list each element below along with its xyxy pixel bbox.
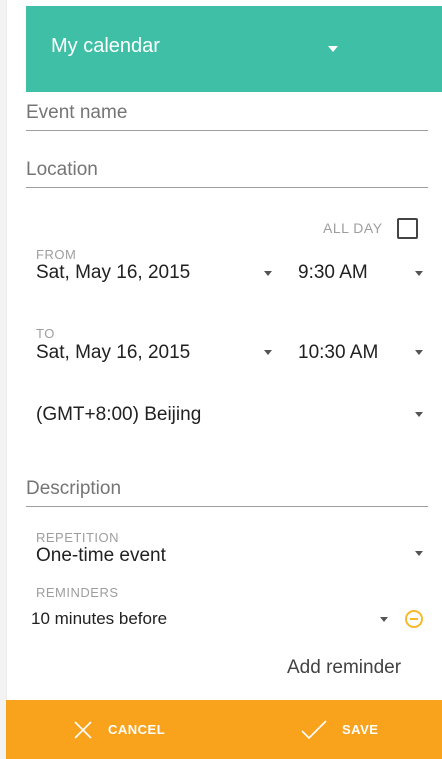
location-field[interactable]: Location	[26, 152, 428, 188]
reminders-label: REMINDERS	[36, 585, 119, 600]
from-time-chevron-icon	[415, 271, 423, 276]
to-time[interactable]: 10:30 AM	[298, 342, 378, 364]
close-icon	[74, 720, 92, 739]
location-placeholder: Location	[26, 159, 98, 180]
check-icon	[301, 719, 327, 739]
from-date-chevron-icon	[264, 271, 272, 276]
event-name-placeholder: Event name	[26, 102, 128, 123]
cancel-button[interactable]: CANCEL	[72, 700, 165, 759]
reminder-select[interactable]: 10 minutes before	[31, 609, 167, 629]
from-label: FROM	[36, 247, 77, 262]
to-date-chevron-icon	[264, 350, 272, 355]
to-date[interactable]: Sat, May 16, 2015	[36, 342, 190, 364]
from-date[interactable]: Sat, May 16, 2015	[36, 262, 190, 284]
repetition-label: REPETITION	[36, 530, 120, 545]
timezone-chevron-icon	[415, 412, 423, 417]
calendar-selector[interactable]: My calendar	[26, 6, 442, 92]
add-reminder-button[interactable]: Add reminder	[287, 657, 401, 679]
repetition-chevron-icon	[415, 551, 423, 556]
event-name-field[interactable]: Event name	[26, 96, 428, 131]
remove-reminder-icon[interactable]	[405, 610, 423, 628]
all-day-checkbox[interactable]	[397, 218, 418, 239]
timezone-select[interactable]: (GMT+8:00) Beijing	[36, 404, 201, 426]
left-edge	[0, 0, 7, 759]
description-field[interactable]: Description	[26, 472, 428, 507]
to-label: TO	[36, 326, 55, 341]
description-placeholder: Description	[26, 478, 122, 499]
chevron-down-icon	[328, 46, 338, 52]
from-time[interactable]: 9:30 AM	[298, 262, 368, 284]
action-bar: CANCEL SAVE	[6, 700, 442, 759]
save-button[interactable]: SAVE	[300, 700, 378, 759]
repetition-select[interactable]: One-time event	[36, 545, 166, 567]
calendar-name: My calendar	[51, 35, 160, 57]
to-time-chevron-icon	[415, 350, 423, 355]
cancel-label: CANCEL	[108, 722, 166, 737]
save-label: SAVE	[342, 722, 379, 737]
reminder-chevron-icon	[380, 617, 388, 622]
all-day-label: ALL DAY	[323, 220, 383, 236]
